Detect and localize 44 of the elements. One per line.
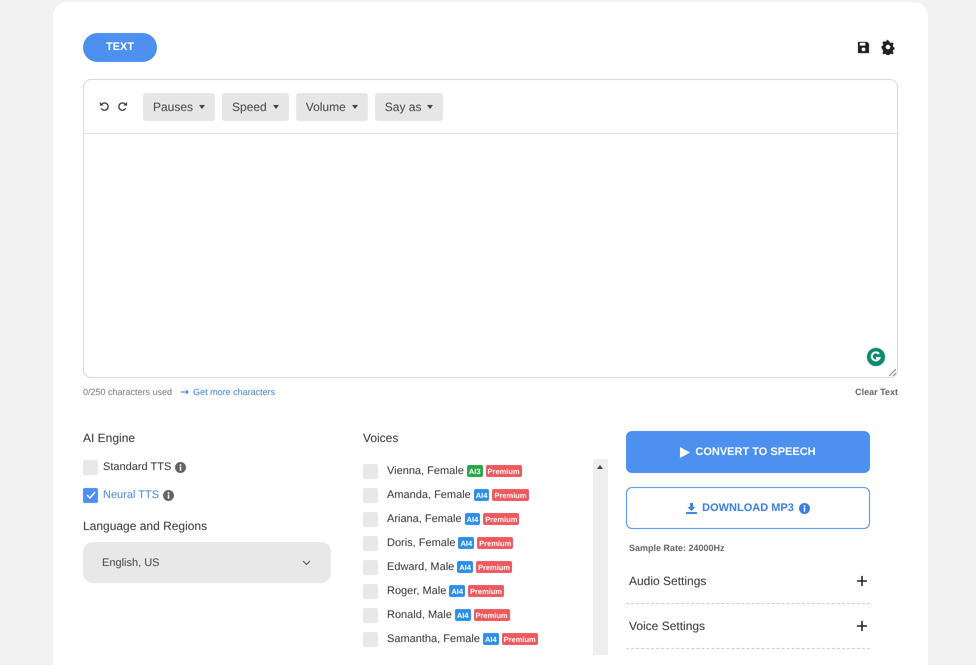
plus-icon	[857, 576, 867, 586]
voice-name: Ronald, Male	[387, 609, 452, 621]
option-label: Standard TTS	[103, 461, 172, 473]
settings-accordion[interactable]: Audio Settings	[626, 559, 870, 604]
voice-name: Doris, Female	[387, 537, 456, 549]
voice-name: Samantha, Female	[387, 633, 480, 645]
section-title: Voices	[363, 431, 400, 447]
dropdown-menu-button[interactable]: Volume	[296, 92, 368, 120]
voice-name: Amanda, Female	[387, 489, 471, 501]
save-icon[interactable]	[857, 40, 870, 54]
sample-rate-text: Sample Rate: 24000Hz	[629, 543, 726, 553]
download-icon	[686, 502, 698, 514]
plus-icon	[857, 621, 867, 631]
settings-icon[interactable]	[880, 39, 896, 55]
redo-icon[interactable]	[117, 101, 128, 112]
download-mp3-button[interactable]: DOWNLOAD MP3	[626, 487, 870, 529]
dropdown-menu-button[interactable]: Speed	[222, 92, 289, 120]
resize-handle-icon[interactable]	[888, 368, 896, 376]
undo-icon[interactable]	[99, 101, 110, 112]
voice-name: Ariana, Female	[387, 513, 462, 525]
scrollbar[interactable]	[593, 459, 608, 655]
voice-name: Roger, Male	[387, 585, 446, 597]
play-icon	[680, 446, 690, 458]
info-icon[interactable]	[175, 462, 186, 472]
grammar-check-icon[interactable]	[866, 347, 886, 367]
character-counter: 0/250 characters used	[83, 387, 172, 397]
section-title: Language and Regions	[83, 519, 208, 535]
checkbox[interactable]	[83, 488, 98, 502]
text-editor[interactable]: Pauses Speed Volume Say as	[83, 79, 898, 378]
info-icon	[798, 502, 810, 514]
arrow-icon	[181, 389, 190, 395]
language-select[interactable]: English, US	[83, 542, 331, 583]
dropdown-menu-button[interactable]: Say as	[374, 92, 444, 120]
info-icon[interactable]	[163, 490, 174, 500]
clear-text-link[interactable]: Clear Text	[855, 387, 898, 397]
chevron-down-icon	[302, 560, 311, 566]
section-title: AI Engine	[83, 431, 136, 447]
settings-accordion[interactable]: Voice Settings	[626, 604, 870, 649]
voice-name: Edward, Male	[387, 561, 454, 573]
option-label: Neural TTS	[103, 489, 160, 501]
get-more-characters-link[interactable]: Get more characters	[181, 387, 276, 397]
voice-name: Vienna, Female	[387, 465, 464, 477]
checkmark-icon	[86, 491, 96, 499]
dropdown-menu-button[interactable]: Pauses	[143, 92, 216, 120]
